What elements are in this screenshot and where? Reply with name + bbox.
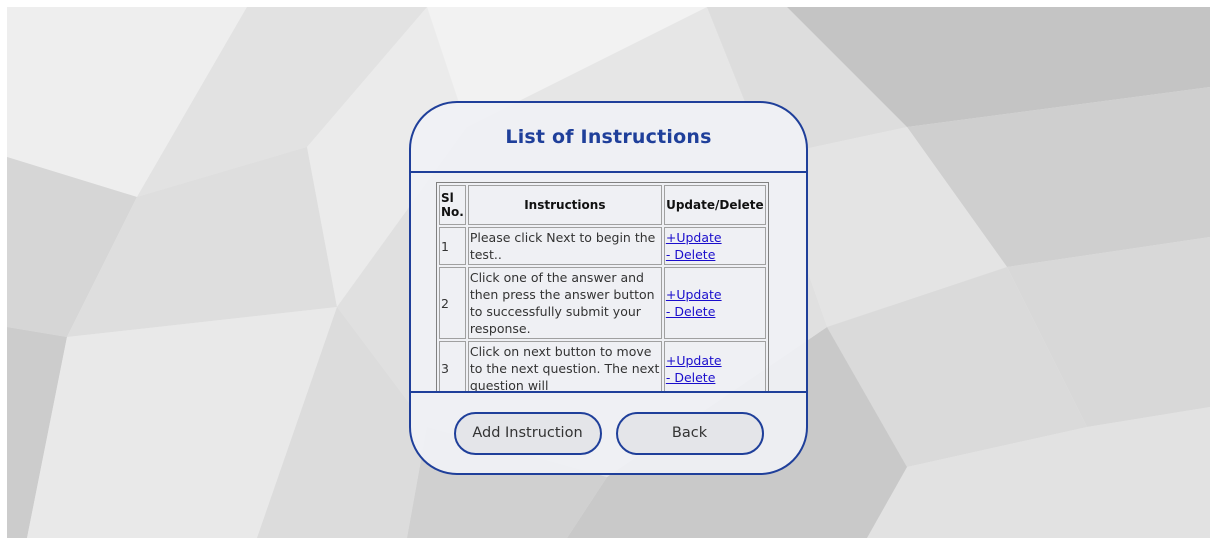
delete-link[interactable]: - Delete xyxy=(666,246,764,263)
instructions-card: List of Instructions Sl No. Instructions… xyxy=(409,101,808,475)
column-header-sl-no: Sl No. xyxy=(439,185,466,225)
row-actions: +Update - Delete xyxy=(663,267,766,339)
row-sl-no: 1 xyxy=(439,227,466,265)
row-instruction-text: Please click Next to begin the test.. xyxy=(467,227,662,265)
card-header: List of Instructions xyxy=(411,103,806,173)
row-sl-no: 2 xyxy=(439,267,466,339)
instructions-table: Sl No. Instructions Update/Delete 1 Plea… xyxy=(436,182,769,391)
page-title: List of Instructions xyxy=(505,126,712,148)
row-instruction-text: Click one of the answer and then press t… xyxy=(467,267,662,339)
table-header-row: Sl No. Instructions Update/Delete xyxy=(439,185,766,225)
row-sl-no: 3 xyxy=(439,341,466,391)
update-link[interactable]: +Update xyxy=(666,286,764,303)
page: List of Instructions Sl No. Instructions… xyxy=(7,7,1210,538)
back-button[interactable]: Back xyxy=(615,411,764,455)
row-actions: +Update - Delete xyxy=(663,227,766,265)
table-scroll-area[interactable]: Sl No. Instructions Update/Delete 1 Plea… xyxy=(411,173,806,391)
card-footer: Add Instruction Back xyxy=(411,391,806,473)
row-actions: +Update - Delete xyxy=(663,341,766,391)
table-row: 3 Click on next button to move to the ne… xyxy=(439,341,766,391)
table-row: 1 Please click Next to begin the test.. … xyxy=(439,227,766,265)
column-header-instructions: Instructions xyxy=(467,185,662,225)
column-header-update-delete: Update/Delete xyxy=(663,185,766,225)
delete-link[interactable]: - Delete xyxy=(666,369,764,386)
update-link[interactable]: +Update xyxy=(666,352,764,369)
row-instruction-text: Click on next button to move to the next… xyxy=(467,341,662,391)
delete-link[interactable]: - Delete xyxy=(666,303,764,320)
add-instruction-button[interactable]: Add Instruction xyxy=(453,411,602,455)
table-row: 2 Click one of the answer and then press… xyxy=(439,267,766,339)
update-link[interactable]: +Update xyxy=(666,229,764,246)
